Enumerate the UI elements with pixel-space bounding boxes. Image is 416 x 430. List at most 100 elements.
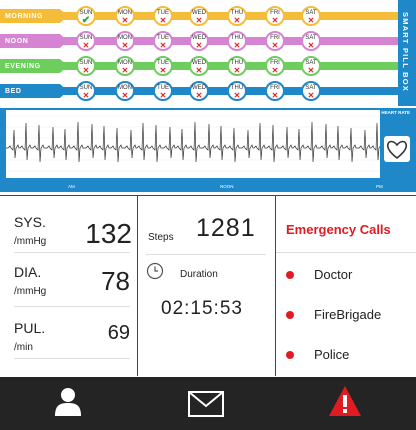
clock-icon: [146, 262, 164, 285]
pul-unit: /min: [14, 342, 33, 353]
pill-dose-sat[interactable]: SAT ✕: [301, 6, 321, 26]
ecg-trace: [6, 121, 380, 163]
bullet-icon: [286, 351, 294, 359]
sys-label: SYS.: [14, 214, 46, 230]
pill-dose-fri[interactable]: FRI ✕: [265, 56, 285, 76]
heart-icon: [384, 136, 410, 162]
pill-dose-thu[interactable]: THU ✕: [227, 6, 247, 26]
pill-dose-sun[interactable]: SUN ✕: [76, 31, 96, 51]
hr-axis-am: AM: [68, 184, 75, 189]
pill-box-title-bar: SMART PILL BOX: [398, 0, 416, 106]
pul-value: 69: [107, 322, 130, 344]
pill-box-title: SMART PILL BOX: [401, 12, 410, 92]
cross-icon: ✕: [195, 16, 203, 25]
vital-pul-row: PUL. /min 69: [14, 308, 130, 359]
profile-button[interactable]: [0, 377, 138, 430]
pill-dose-thu[interactable]: THU ✕: [227, 81, 247, 101]
contact-firebrigade-label: FireBrigade: [314, 307, 382, 322]
heart-rate-panel: HEART RATE AM NOON PM: [0, 108, 416, 192]
emergency-panel: Emergency Calls Doctor FireBrigade Polic…: [276, 196, 416, 376]
contact-doctor-label: Doctor: [314, 267, 353, 282]
vital-dia-row: DIA. /mmHg 78: [14, 254, 130, 307]
cross-icon: ✕: [159, 16, 167, 25]
cross-icon: ✕: [233, 91, 241, 100]
cross-icon: ✕: [82, 91, 90, 100]
pill-dose-wed[interactable]: WED ✕: [189, 31, 209, 51]
pill-dose-thu[interactable]: THU ✕: [227, 31, 247, 51]
contact-doctor[interactable]: Doctor: [276, 260, 416, 290]
pill-dose-thu[interactable]: THU ✕: [227, 56, 247, 76]
heart-rate-chart: [6, 110, 380, 178]
contact-police-label: Police: [314, 347, 350, 362]
cross-icon: ✕: [233, 41, 241, 50]
messages-button[interactable]: [138, 377, 276, 430]
pill-dose-mon[interactable]: MON ✕: [115, 81, 135, 101]
vital-sys-row: SYS. /mmHg 132: [14, 204, 132, 253]
cross-icon: ✕: [121, 41, 129, 50]
cross-icon: ✕: [195, 91, 203, 100]
cross-icon: ✕: [307, 66, 315, 75]
dia-unit: /mmHg: [14, 286, 47, 297]
cross-icon: ✕: [195, 66, 203, 75]
pill-dose-tue[interactable]: TUE ✕: [153, 56, 173, 76]
pill-box-panel: MORNING SUN ✔ MON ✕ TUE ✕ WED ✕ THU ✕ FRI ✕ SAT ✕ NOON S…: [0, 0, 416, 106]
cross-icon: ✕: [271, 41, 279, 50]
pill-dose-mon[interactable]: MON ✕: [115, 56, 135, 76]
pill-dose-tue[interactable]: TUE ✕: [153, 81, 173, 101]
cross-icon: ✕: [271, 66, 279, 75]
dia-value: 78: [101, 266, 130, 296]
duration-label: Duration: [180, 269, 218, 280]
pill-dose-mon[interactable]: MON ✕: [115, 6, 135, 26]
emergency-title: Emergency Calls: [286, 222, 391, 237]
hr-axis-pm: PM: [376, 184, 383, 189]
contact-firebrigade[interactable]: FireBrigade: [276, 300, 416, 330]
sys-unit: /mmHg: [14, 236, 47, 247]
alert-button[interactable]: [276, 377, 416, 430]
bottom-nav: [0, 377, 416, 430]
pill-row-label: EVENING: [0, 59, 68, 73]
alert-icon: [329, 386, 361, 416]
steps-value: 1281: [196, 214, 256, 242]
pill-dose-fri[interactable]: FRI ✕: [265, 6, 285, 26]
cross-icon: ✕: [159, 41, 167, 50]
cross-icon: ✕: [271, 16, 279, 25]
cross-icon: ✕: [271, 91, 279, 100]
pill-row-label: BED: [0, 84, 68, 98]
pill-dose-tue[interactable]: TUE ✕: [153, 6, 173, 26]
bullet-icon: [286, 311, 294, 319]
check-icon: ✔: [81, 15, 91, 26]
hr-axis-noon: NOON: [220, 184, 234, 189]
cross-icon: ✕: [121, 91, 129, 100]
pill-dose-sun[interactable]: SUN ✕: [76, 81, 96, 101]
cross-icon: ✕: [121, 66, 129, 75]
cross-icon: ✕: [233, 16, 241, 25]
steps-label: Steps: [148, 232, 174, 243]
pill-row-label: NOON: [0, 34, 68, 48]
pill-dose-fri[interactable]: FRI ✕: [265, 81, 285, 101]
pill-dose-sat[interactable]: SAT ✕: [301, 56, 321, 76]
pill-dose-wed[interactable]: WED ✕: [189, 56, 209, 76]
pul-label: PUL.: [14, 320, 46, 336]
cross-icon: ✕: [307, 16, 315, 25]
user-icon: [55, 388, 81, 416]
pill-dose-mon[interactable]: MON ✕: [115, 31, 135, 51]
contact-police[interactable]: Police: [276, 340, 416, 370]
cross-icon: ✕: [195, 41, 203, 50]
pill-dose-sat[interactable]: SAT ✕: [301, 81, 321, 101]
pill-dose-wed[interactable]: WED ✕: [189, 6, 209, 26]
duration-value: 02:15:53: [161, 298, 243, 319]
pill-dose-sun[interactable]: SUN ✕: [76, 56, 96, 76]
pill-dose-sat[interactable]: SAT ✕: [301, 31, 321, 51]
cross-icon: ✕: [159, 91, 167, 100]
cross-icon: ✕: [233, 66, 241, 75]
cross-icon: ✕: [159, 66, 167, 75]
pill-dose-sun[interactable]: SUN ✔: [76, 6, 96, 26]
mail-icon: [188, 391, 224, 417]
cross-icon: ✕: [307, 41, 315, 50]
cross-icon: ✕: [82, 41, 90, 50]
cross-icon: ✕: [307, 91, 315, 100]
activity-panel: Steps 1281 Duration 02:15:53: [138, 196, 275, 376]
pill-dose-wed[interactable]: WED ✕: [189, 81, 209, 101]
pill-dose-tue[interactable]: TUE ✕: [153, 31, 173, 51]
pill-dose-fri[interactable]: FRI ✕: [265, 31, 285, 51]
